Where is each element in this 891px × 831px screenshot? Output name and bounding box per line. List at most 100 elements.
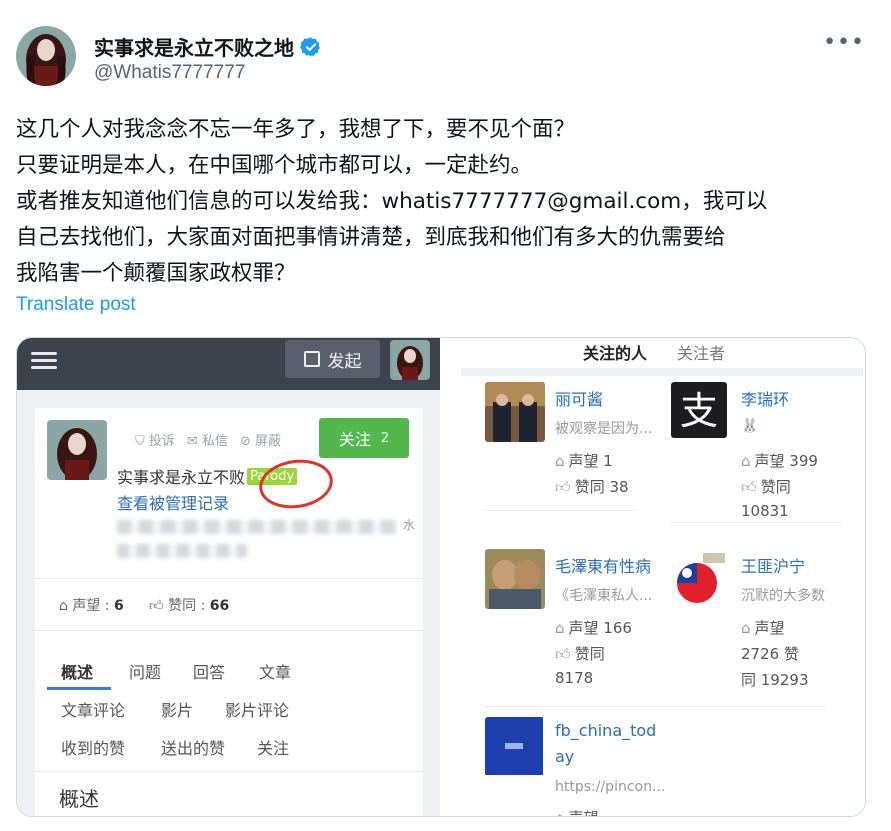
like-icon: 👍︎ bbox=[555, 478, 571, 496]
profile-name-text: 实事求是永立不败 bbox=[117, 468, 246, 487]
row-separator bbox=[671, 522, 841, 523]
profile-avatar bbox=[47, 420, 107, 480]
tab-followers: 关注者 bbox=[677, 344, 726, 363]
user-reputation: ⌂ 声望 bbox=[555, 807, 599, 816]
compose-icon bbox=[303, 351, 320, 367]
user-reputation-text: 声望 399 bbox=[754, 452, 818, 470]
tab-answers: 回答 bbox=[193, 663, 226, 682]
more-options-icon[interactable]: ••• bbox=[823, 30, 865, 55]
screenshot-following-list: 关注的人 关注者 丽可酱 被观察是因为... ⌂ 声望 1 👍︎ 赞同 38 支… bbox=[457, 338, 865, 816]
reputation-icon: ⌂ bbox=[741, 452, 751, 470]
user-likes: 👍︎ 赞同 bbox=[555, 643, 605, 664]
svg-text:支: 支 bbox=[680, 389, 718, 433]
reputation-stat: ⌂ 声望 : 6 bbox=[59, 598, 124, 614]
user-likes-text: 赞同 bbox=[760, 478, 791, 496]
message-action: ✉ 私信 bbox=[186, 434, 228, 449]
post-line: 或者推友知道他们信息的可以发给我：whatis7777777@gmail.com… bbox=[16, 189, 768, 214]
profile-actions: ⛉ 投诉 ✉ 私信 ⊘ 屏蔽 bbox=[135, 430, 281, 449]
tab-following-people: 关注的人 bbox=[583, 344, 648, 363]
user-reputation: ⌂声望 bbox=[741, 617, 785, 638]
user-name: fb_china_tod bbox=[555, 721, 657, 740]
user-avatar: 支 bbox=[671, 382, 731, 442]
user-reputation-text: 声望 bbox=[569, 809, 599, 816]
reputation-icon: ⌂ bbox=[741, 619, 751, 637]
reputation-icon: ⌂ bbox=[555, 452, 565, 470]
list-item: 支 李瑞环 🐰 ⌂ 声望 399 👍︎ 赞同 10831 bbox=[671, 382, 851, 532]
screenshot-profile-page: 发起 ⛉ 投诉 ✉ 私信 ⊘ 屏蔽 关注 2 实事求是永立不败 Parody 查… bbox=[17, 338, 440, 816]
block-action-label: 屏蔽 bbox=[254, 434, 281, 449]
tab-overview: 概述 bbox=[61, 663, 94, 682]
user-likes-count: 10831 bbox=[741, 502, 789, 520]
user-reputation-count: 2726 赞 bbox=[741, 645, 799, 663]
list-item: 王匪沪宁 沉默的大多数 ⌂ 声望 2726 赞 同 19293 bbox=[671, 549, 851, 699]
reputation-icon: ⌂ bbox=[555, 619, 565, 637]
topbar-avatar bbox=[390, 340, 430, 380]
active-tab-indicator bbox=[47, 687, 111, 690]
reputation-label: 声望 : bbox=[72, 598, 114, 614]
follow-count: 2 bbox=[380, 430, 390, 446]
user-avatar bbox=[485, 382, 545, 442]
tab-questions: 问题 bbox=[129, 663, 162, 682]
user-likes-count: 同 19293 bbox=[741, 671, 809, 689]
follow-button-label: 关注 bbox=[338, 430, 371, 449]
author-display-name[interactable]: 实事求是永立不败之地 bbox=[94, 32, 294, 61]
user-name: 王匪沪宁 bbox=[741, 557, 806, 576]
user-likes: 👍︎ 赞同 38 bbox=[555, 476, 629, 497]
tab-following: 关注 bbox=[257, 739, 290, 758]
user-reputation-text: 声望 166 bbox=[568, 619, 632, 637]
user-description: 《毛澤東私人... bbox=[555, 588, 653, 604]
list-item: 毛澤東有性病 《毛澤東私人... ⌂ 声望 166 👍︎ 赞同 8178 bbox=[485, 549, 665, 699]
user-name: 丽可酱 bbox=[555, 390, 604, 409]
post-text: 这几个人对我念念不忘一年多了，我想了下，要不见个面？ 只要证明是本人，在中国哪个… bbox=[16, 112, 871, 292]
post-media[interactable]: 发起 ⛉ 投诉 ✉ 私信 ⊘ 屏蔽 关注 2 实事求是永立不败 Parody 查… bbox=[16, 337, 866, 817]
user-likes-count: 8178 bbox=[555, 669, 594, 687]
user-description: https://pincon... bbox=[555, 779, 666, 795]
user-reputation: ⌂ 声望 399 bbox=[741, 450, 818, 471]
verified-badge-icon bbox=[300, 36, 320, 57]
author-handle[interactable]: @Whatis7777777 bbox=[94, 62, 245, 84]
user-description: 被观察是因为... bbox=[555, 421, 653, 437]
like-icon: 👍︎ bbox=[741, 478, 757, 496]
blurred-bio bbox=[117, 520, 397, 534]
likes-stat: 👍︎ 赞同 : 66 bbox=[149, 598, 230, 614]
post-line: 我陷害一个颠覆国家政权罪？ bbox=[16, 261, 296, 286]
post-line: 这几个人对我念念不忘一年多了，我想了下，要不见个面？ bbox=[16, 117, 576, 142]
user-reputation-text: 声望 bbox=[754, 619, 785, 637]
blurred-bio-char: 水 bbox=[403, 518, 416, 532]
likes-label: 赞同 : bbox=[168, 598, 210, 614]
post-button: 发起 bbox=[285, 340, 380, 378]
moderation-record-link: 查看被管理记录 bbox=[117, 494, 230, 513]
user-avatar bbox=[485, 717, 545, 777]
user-likes: 👍︎ 赞同 bbox=[741, 476, 791, 497]
list-item: fb_china_tod ay https://pincon... ⌂ 声望 bbox=[485, 717, 666, 816]
blurred-bio-2 bbox=[117, 544, 247, 558]
user-reputation: ⌂ 声望 1 bbox=[555, 450, 613, 471]
tab-likes-received: 收到的赞 bbox=[61, 739, 126, 758]
reputation-value: 6 bbox=[113, 598, 124, 614]
row-separator bbox=[485, 706, 825, 707]
site-topbar: 发起 bbox=[17, 338, 440, 390]
tab-video-comments: 影片评论 bbox=[225, 701, 290, 720]
tab-articles: 文章 bbox=[259, 663, 292, 682]
follow-button: 关注 2 bbox=[319, 418, 409, 458]
reputation-icon: ⌂ bbox=[555, 809, 565, 816]
tweet-header: 实事求是永立不败之地 @Whatis7777777 ••• bbox=[16, 26, 875, 90]
user-description: 沉默的大多数 bbox=[741, 588, 825, 604]
profile-stats: ⌂ 声望 : 6 👍︎ 赞同 : 66 bbox=[35, 578, 423, 630]
tab-videos: 影片 bbox=[161, 701, 194, 720]
like-icon: 👍︎ bbox=[555, 645, 571, 663]
row-separator bbox=[485, 510, 635, 511]
tabs-divider bbox=[461, 368, 863, 376]
translate-post-link[interactable]: Translate post bbox=[16, 294, 136, 316]
tab-likes-given: 送出的赞 bbox=[161, 739, 226, 758]
profile-tabs: 概述 问题 回答 文章 文章评论 影片 影片评论 收到的赞 送出的赞 关注 概述 bbox=[35, 630, 423, 816]
user-name: 李瑞环 bbox=[741, 390, 790, 409]
post-line: 自己去找他们，大家面对面把事情讲清楚，到底我和他们有多大的仇需要给 bbox=[16, 225, 726, 250]
report-action: ⛉ 投诉 bbox=[135, 434, 175, 449]
author-avatar[interactable] bbox=[16, 26, 76, 86]
user-reputation: ⌂ 声望 166 bbox=[555, 617, 632, 638]
user-description: 🐰 bbox=[741, 418, 759, 434]
message-action-label: 私信 bbox=[201, 434, 228, 449]
overview-heading: 概述 bbox=[59, 787, 99, 811]
user-likes-text: 赞同 bbox=[574, 645, 605, 663]
